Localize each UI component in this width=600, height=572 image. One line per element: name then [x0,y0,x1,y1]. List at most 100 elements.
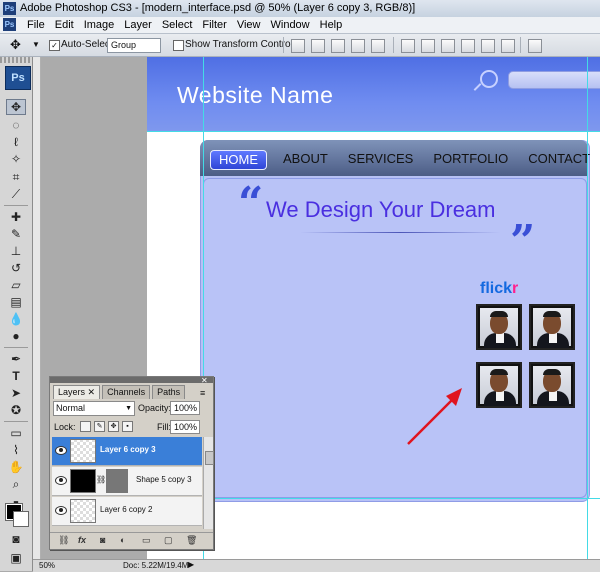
magic-wand-icon[interactable]: ✧ [6,151,26,167]
quick-mask-icon[interactable]: ◙ [6,531,26,547]
distribute-left-button[interactable] [461,39,475,53]
chevron-down-icon[interactable]: ▼ [32,40,40,49]
brush-icon[interactable]: ✎ [6,226,26,242]
history-brush-icon[interactable]: ↺ [6,260,26,276]
hand-icon[interactable]: ✋ [6,459,26,475]
lasso-icon[interactable]: ℓ [6,134,26,150]
menu-select[interactable]: Select [157,18,198,32]
align-left-button[interactable] [351,39,365,53]
move-icon[interactable]: ✥ [6,99,26,115]
eyedropper-icon[interactable]: ⌇ [6,442,26,458]
background-color-swatch[interactable] [13,511,29,527]
align-vcenter-button[interactable] [311,39,325,53]
menu-window[interactable]: Window [266,18,315,32]
quote-close-mark: ” [510,216,536,267]
distribute-vcenter-button[interactable] [421,39,435,53]
menu-help[interactable]: Help [315,18,348,32]
blend-mode-value: Normal [56,403,86,413]
align-bottom-button[interactable] [331,39,345,53]
auto-select-dropdown[interactable]: Group [107,38,161,53]
chevron-right-icon[interactable]: ▶ [188,560,194,569]
layers-panel-header[interactable] [50,377,213,383]
blur-icon[interactable]: 💧 [6,311,26,327]
layer-style-icon[interactable]: fx [78,535,86,545]
doc-size: Doc: 5.22M/19.4M [123,561,189,570]
menu-filter[interactable]: Filter [197,18,231,32]
scrollbar-thumb[interactable] [205,451,214,465]
slice-icon[interactable]: ⟋ [6,186,26,202]
layer-row[interactable]: ⛓ Shape 5 copy 3 [52,467,202,496]
close-icon[interactable]: ✕ [88,387,96,397]
status-bar: 50% Doc: 5.22M/19.4M ▶ [33,559,600,572]
distribute-right-button[interactable] [501,39,515,53]
distribute-hcenter-button[interactable] [481,39,495,53]
eye-icon[interactable] [55,506,67,515]
align-hcenter-button[interactable] [371,39,385,53]
toolbox-grip[interactable] [0,57,32,63]
menu-layer[interactable]: Layer [119,18,157,32]
delete-layer-icon[interactable]: 🗑 [186,535,197,546]
menu-view[interactable]: View [232,18,266,32]
marquee-icon[interactable]: ◌ [6,117,26,133]
quote-open-mark: “ [238,178,264,229]
shape-icon[interactable]: ✪ [6,402,26,418]
lock-label: Lock: [54,422,76,432]
new-group-icon[interactable]: ▭ [142,535,151,546]
layer-row[interactable]: Layer 6 copy 3 [52,437,202,466]
lock-all-icon[interactable]: ▪ [122,421,133,432]
eye-icon[interactable] [55,446,67,455]
type-icon[interactable]: T [6,368,26,384]
layer-name: Layer 6 copy 3 [100,445,156,454]
notes-icon[interactable]: ▭ [6,425,26,441]
tab-channels[interactable]: Channels [102,385,151,399]
auto-align-button[interactable] [528,39,542,53]
opacity-field[interactable]: 100% [170,401,200,415]
move-tool-preset-icon[interactable]: ✥ [10,37,21,53]
tagline: We Design Your Dream [266,197,496,222]
new-layer-icon[interactable]: ▢ [164,535,173,546]
show-transform-checkbox[interactable] [173,40,184,51]
vertical-ruler[interactable] [33,57,41,559]
layer-name: Layer 6 copy 2 [100,505,153,514]
menu-file[interactable]: File [22,18,50,32]
nav-services: SERVICES [347,151,414,166]
menu-image[interactable]: Image [79,18,120,32]
eraser-icon[interactable]: ▱ [6,277,26,293]
link-layers-icon[interactable]: ⛓ [58,535,69,546]
crop-icon[interactable]: ⌗ [6,169,26,185]
layer-thumbnail [70,469,96,493]
fill-field[interactable]: 100% [170,420,200,434]
lock-pixels-icon[interactable]: ✎ [94,421,105,432]
zoom-level[interactable]: 50% [39,561,55,570]
toolbox-separator [4,421,28,422]
layer-row[interactable]: Layer 6 copy 2 [52,497,202,526]
stamp-icon[interactable]: ⊥ [6,243,26,259]
layers-scrollbar[interactable] [203,437,214,529]
layer-thumbnail [70,499,96,523]
pen-icon[interactable]: ✒ [6,351,26,367]
healing-icon[interactable]: ✚ [6,209,26,225]
panel-close-icon[interactable]: ✕ [201,376,208,385]
lock-transparency-icon[interactable] [80,421,91,432]
distribute-top-button[interactable] [401,39,415,53]
menu-bar: Ps File Edit Image Layer Select Filter V… [0,17,600,34]
eye-icon[interactable] [55,476,67,485]
path-select-icon[interactable]: ➤ [6,385,26,401]
lock-position-icon[interactable]: ✥ [108,421,119,432]
document-icon[interactable]: Ps [3,18,16,31]
align-top-button[interactable] [291,39,305,53]
distribute-bottom-button[interactable] [441,39,455,53]
layer-mask-icon[interactable]: ◙ [100,535,105,545]
screen-mode-icon[interactable]: ▣ [6,550,26,566]
site-name: Website Name [177,82,334,108]
zoom-icon[interactable]: ⌕ [6,476,26,492]
panel-menu-icon[interactable]: ≡ [200,388,205,398]
dodge-icon[interactable]: ● [6,328,26,344]
menu-edit[interactable]: Edit [50,18,79,32]
blend-mode-dropdown[interactable]: Normal ▼ [53,401,135,416]
tab-layers[interactable]: Layers ✕ [53,385,101,399]
tab-paths[interactable]: Paths [152,385,186,399]
auto-select-checkbox[interactable]: ✓ [49,40,60,51]
gradient-icon[interactable]: ▤ [6,294,26,310]
adjustment-layer-icon[interactable]: ◐ [120,535,125,545]
